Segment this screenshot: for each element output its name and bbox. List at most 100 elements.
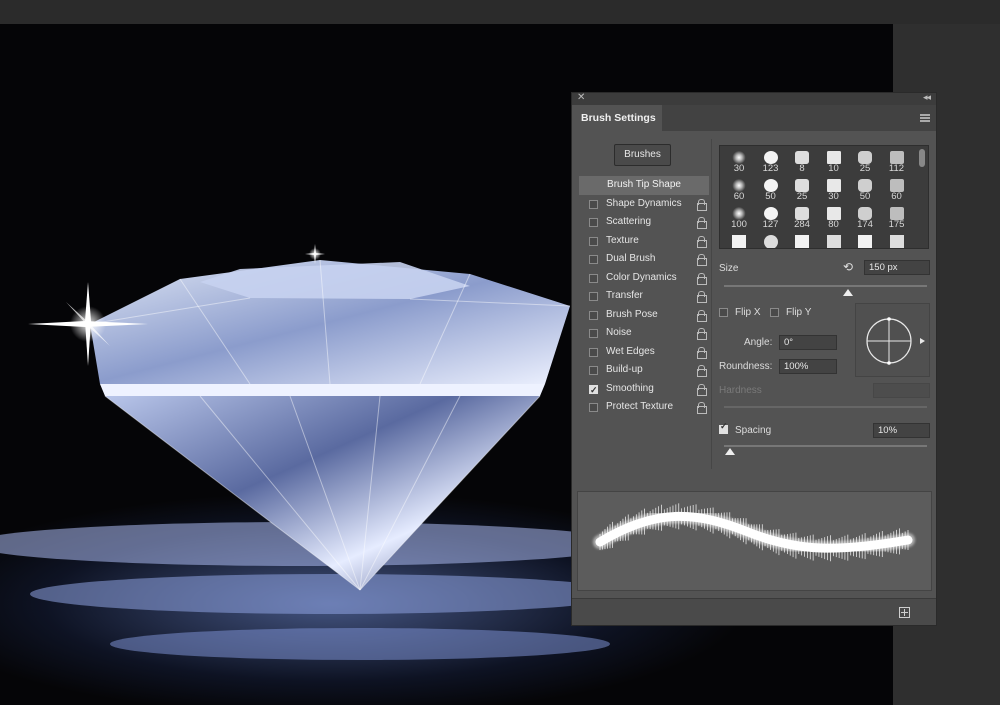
option-label: Shape Dynamics [606, 197, 682, 209]
option-checkbox[interactable] [589, 273, 598, 283]
option-checkbox[interactable] [589, 366, 598, 375]
lock-icon[interactable] [697, 291, 707, 303]
lock-icon[interactable] [697, 402, 707, 414]
brush-preset-size: 127 [762, 219, 779, 230]
option-checkbox[interactable] [589, 292, 598, 301]
brush-option-item[interactable]: Smoothing [579, 380, 709, 399]
brush-preset[interactable]: 50 [756, 177, 786, 204]
brush-option-item[interactable]: Shape Dynamics [579, 195, 709, 214]
flip-y-label: Flip Y [786, 307, 812, 318]
spacing-slider-track[interactable] [724, 445, 927, 447]
brush-preset-size: 284 [794, 219, 810, 230]
brush-preset[interactable]: 60 [724, 177, 754, 204]
lock-icon[interactable] [697, 383, 707, 396]
option-label: Transfer [606, 290, 643, 301]
collapse-icon[interactable]: ◂◂ [923, 92, 931, 103]
option-checkbox[interactable] [589, 403, 598, 412]
lock-icon[interactable] [697, 365, 707, 377]
brush-preset[interactable]: 60 [882, 177, 912, 204]
brush-settings-panel: ✕ ◂◂ Brush Settings Brushes Brush Tip Sh… [571, 92, 937, 626]
brush-option-item[interactable]: Protect Texture [579, 398, 709, 417]
brush-option-item[interactable]: Noise [579, 324, 709, 343]
brush-tip-shape-item[interactable]: Brush Tip Shape [579, 176, 709, 195]
lock-icon[interactable] [697, 328, 707, 340]
brush-presets-grid[interactable]: 30 123 8 10 25 112 60 50 25 30 50 60 100 127 284 80 174 1… [719, 145, 929, 249]
angle-roundness-widget[interactable] [855, 303, 930, 377]
brush-tip-icon [858, 235, 872, 248]
lock-icon[interactable] [697, 235, 707, 248]
brush-preset[interactable]: 100 [724, 205, 754, 232]
brush-option-item[interactable]: Dual Brush [579, 250, 709, 269]
brush-preset[interactable]: 284 [787, 205, 817, 232]
brush-option-item[interactable]: Brush Pose [579, 306, 709, 325]
lock-icon[interactable] [697, 309, 707, 322]
option-checkbox[interactable] [589, 236, 598, 246]
spacing-checkbox[interactable] [719, 421, 728, 434]
size-slider-thumb[interactable] [843, 289, 853, 296]
brush-tip-icon [732, 235, 746, 248]
brush-preset[interactable]: 10 [819, 149, 849, 176]
option-checkbox[interactable] [589, 381, 598, 399]
angle-circle-icon [866, 317, 925, 365]
brush-option-item[interactable]: Build-up [579, 361, 709, 380]
tab-brush-settings[interactable]: Brush Settings [572, 105, 662, 131]
option-checkbox[interactable] [589, 199, 598, 209]
brush-preset[interactable]: 50 [850, 177, 880, 204]
brush-preset-size: 60 [891, 191, 902, 202]
option-checkbox[interactable] [589, 255, 598, 264]
roundness-field[interactable]: 100% [779, 359, 837, 374]
brush-preset[interactable]: 25 [787, 177, 817, 204]
brush-option-item[interactable]: Scattering [579, 213, 709, 232]
brush-option-item[interactable]: Texture [579, 232, 709, 251]
option-checkbox[interactable] [589, 347, 598, 357]
brush-preset[interactable]: 30 [819, 177, 849, 204]
brush-options-list: Brush Tip Shape Shape Dynamics Scattering T… [579, 176, 709, 417]
flip-x-checkbox[interactable] [719, 308, 728, 317]
brush-preset-size: 100 [731, 219, 747, 230]
brush-option-item[interactable]: Color Dynamics [579, 269, 709, 288]
angle-label: Angle: [744, 337, 773, 348]
lock-icon[interactable] [697, 254, 707, 266]
brush-preset[interactable]: 112 [882, 149, 912, 176]
brush-preset-size: 50 [765, 191, 776, 202]
brush-preset[interactable]: 123 [756, 149, 786, 176]
panel-titlebar: ✕ ◂◂ [572, 92, 936, 105]
option-label: Brush Pose [606, 308, 658, 320]
brush-preset[interactable]: 30 [724, 149, 754, 176]
brush-preset[interactable]: 8 [787, 149, 817, 176]
options-strip [0, 0, 1000, 24]
brush-option-item[interactable]: Transfer [579, 287, 709, 306]
panel-menu-icon[interactable] [920, 114, 930, 122]
lock-icon[interactable] [697, 198, 707, 211]
brush-preset-size: 60 [733, 191, 745, 202]
option-label: Color Dynamics [606, 271, 677, 283]
brush-preset[interactable]: 25 [850, 149, 880, 176]
lock-icon[interactable] [697, 272, 707, 285]
spacing-slider-thumb[interactable] [725, 448, 735, 455]
reset-size-icon[interactable]: ⟲ [843, 260, 853, 274]
create-new-brush-icon[interactable] [899, 607, 910, 618]
flip-y-checkbox[interactable] [770, 308, 779, 317]
option-checkbox[interactable] [589, 329, 598, 338]
option-checkbox[interactable] [589, 218, 598, 227]
presets-scrollbar[interactable] [919, 149, 925, 167]
brush-option-item[interactable]: Wet Edges [579, 343, 709, 362]
brush-stroke-preview [577, 491, 932, 591]
spacing-label: Spacing [735, 425, 772, 436]
brushes-button[interactable]: Brushes [614, 144, 671, 166]
close-icon[interactable]: ✕ [577, 92, 585, 103]
size-slider-track[interactable] [724, 285, 927, 287]
size-field[interactable]: 150 px [864, 260, 930, 275]
brush-preset[interactable]: 175 [882, 205, 912, 232]
lock-icon[interactable] [697, 217, 707, 229]
option-label: Noise [606, 327, 632, 338]
brush-preset[interactable]: 127 [756, 205, 786, 232]
brush-preset[interactable]: 80 [819, 205, 849, 232]
angle-field[interactable]: 0° [779, 335, 837, 350]
hardness-field [873, 383, 930, 398]
option-checkbox[interactable] [589, 310, 598, 320]
spacing-field[interactable]: 10% [873, 423, 930, 438]
brush-preset-size: 50 [859, 191, 871, 202]
lock-icon[interactable] [697, 346, 707, 359]
brush-preset[interactable]: 174 [850, 205, 880, 232]
